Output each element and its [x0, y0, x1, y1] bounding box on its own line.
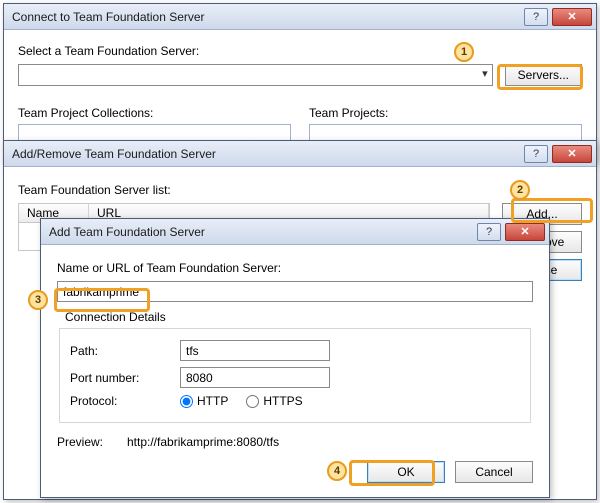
protocol-https-input[interactable]	[246, 395, 259, 408]
callout-4: 4	[327, 461, 347, 481]
preview-value: http://fabrikamprime:8080/tfs	[127, 435, 279, 449]
server-combobox[interactable]: ▾	[18, 64, 493, 86]
protocol-label: Protocol:	[70, 394, 180, 408]
addremove-title: Add/Remove Team Foundation Server	[12, 147, 216, 161]
name-url-label: Name or URL of Team Foundation Server:	[57, 261, 533, 275]
protocol-https-radio[interactable]: HTTPS	[246, 394, 302, 408]
protocol-http-text: HTTP	[197, 394, 228, 408]
help-button[interactable]: ?	[524, 8, 548, 26]
connection-details-group: Path: Port number: Protocol: HTTP HTTPS	[59, 328, 531, 423]
addserver-dialog: Add Team Foundation Server ? ✕ Name or U…	[40, 218, 550, 498]
help-button[interactable]: ?	[477, 223, 501, 241]
collections-list[interactable]	[18, 124, 291, 140]
callout-1: 1	[454, 42, 474, 62]
cancel-button[interactable]: Cancel	[455, 461, 533, 483]
connection-details-legend: Connection Details	[65, 310, 533, 324]
projects-list[interactable]	[309, 124, 582, 140]
connect-titlebar[interactable]: Connect to Team Foundation Server ? ✕	[4, 4, 596, 30]
collections-label: Team Project Collections:	[18, 106, 291, 120]
path-label: Path:	[70, 344, 180, 358]
addserver-title: Add Team Foundation Server	[49, 225, 205, 239]
preview-label: Preview:	[57, 435, 127, 449]
callout-3: 3	[28, 290, 48, 310]
addremove-window-controls: ? ✕	[524, 145, 592, 163]
close-button[interactable]: ✕	[505, 223, 545, 241]
server-name-input[interactable]	[57, 281, 533, 302]
port-label: Port number:	[70, 371, 180, 385]
protocol-http-input[interactable]	[180, 395, 193, 408]
addserver-window-controls: ? ✕	[477, 223, 545, 241]
connect-title: Connect to Team Foundation Server	[12, 10, 205, 24]
protocol-https-text: HTTPS	[263, 394, 302, 408]
callout-2: 2	[510, 180, 530, 200]
addserver-titlebar[interactable]: Add Team Foundation Server ? ✕	[41, 219, 549, 245]
close-button[interactable]: ✕	[552, 8, 592, 26]
path-input[interactable]	[180, 340, 330, 361]
help-button[interactable]: ?	[524, 145, 548, 163]
connect-window-controls: ? ✕	[524, 8, 592, 26]
connect-dialog: Connect to Team Foundation Server ? ✕ Se…	[3, 3, 597, 163]
close-button[interactable]: ✕	[552, 145, 592, 163]
projects-label: Team Projects:	[309, 106, 582, 120]
server-list-label: Team Foundation Server list:	[18, 183, 582, 197]
ok-button[interactable]: OK	[367, 461, 445, 483]
select-server-label: Select a Team Foundation Server:	[18, 44, 582, 58]
port-input[interactable]	[180, 367, 330, 388]
chevron-down-icon: ▾	[482, 67, 488, 80]
addremove-titlebar[interactable]: Add/Remove Team Foundation Server ? ✕	[4, 141, 596, 167]
servers-button[interactable]: Servers...	[505, 64, 582, 86]
protocol-http-radio[interactable]: HTTP	[180, 394, 228, 408]
